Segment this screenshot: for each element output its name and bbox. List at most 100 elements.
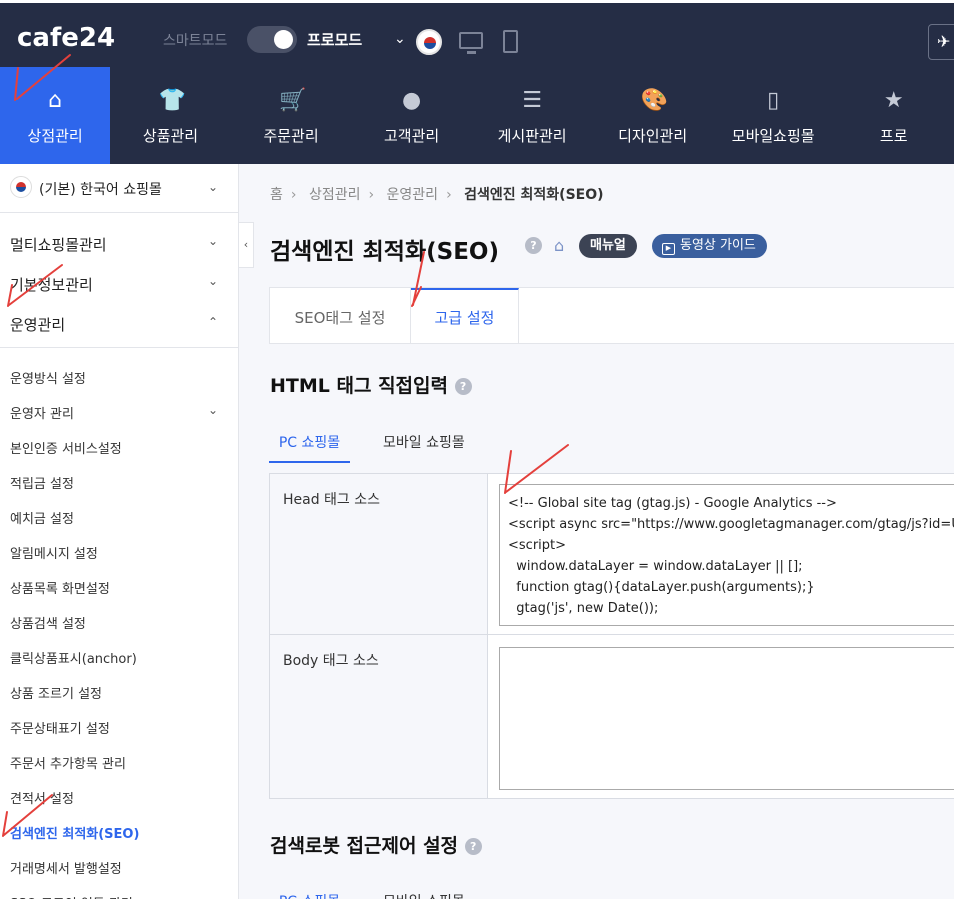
subtab-mobile-shop[interactable]: 모바일 쇼핑몰 bbox=[383, 423, 465, 463]
chevron-down-icon[interactable]: ⌄ bbox=[208, 274, 218, 288]
help-icon[interactable]: ? bbox=[464, 838, 482, 855]
nav-item-label: 상품관리 bbox=[142, 127, 199, 145]
chevron-down-icon[interactable]: ⌄ bbox=[208, 403, 218, 417]
sidebar-item-label: 알림메시지 설정 bbox=[10, 547, 98, 562]
sidebar-item-label: 검색엔진 최적화(SEO) bbox=[10, 827, 140, 842]
settings-tabs: SEO태그 설정 고급 설정 bbox=[269, 287, 954, 344]
shop-selector[interactable]: (기본) 한국어 쇼핑몰 ⌄ bbox=[0, 164, 238, 213]
breadcrumb-home[interactable]: 홈 bbox=[270, 187, 283, 203]
html-section-title: HTML 태그 직접입력 ? bbox=[270, 371, 472, 398]
sidebar-item-0[interactable]: 운영방식 설정 bbox=[0, 360, 238, 395]
chevron-up-icon[interactable]: ⌃ bbox=[208, 315, 218, 329]
sidebar-item-label: 상품목록 화면설정 bbox=[10, 582, 110, 597]
body-tag-label: Body 태그 소스 bbox=[270, 635, 488, 798]
sidebar-item-12[interactable]: 견적서 설정 bbox=[0, 780, 238, 815]
nav-item-1[interactable]: 👕 상품관리 bbox=[110, 67, 231, 164]
sidebar-collapse-button[interactable]: ‹ bbox=[239, 222, 254, 268]
nav-item-3[interactable]: ● 고객관리 bbox=[351, 67, 472, 164]
sidebar-item-14[interactable]: 거래명세서 발행설정 bbox=[0, 850, 238, 885]
nav-item-label: 게시판관리 bbox=[497, 127, 567, 145]
tab-seo-tag[interactable]: SEO태그 설정 bbox=[270, 288, 411, 343]
korea-flag-icon bbox=[10, 176, 32, 198]
user-icon: ● bbox=[401, 88, 422, 113]
nav-item-2[interactable]: 🛒 주문관리 bbox=[231, 67, 352, 164]
store-icon[interactable]: ⌂ bbox=[554, 236, 572, 255]
sidebar-item-label: 상품 조르기 설정 bbox=[10, 687, 102, 702]
sidebar-item-10[interactable]: 주문상태표기 설정 bbox=[0, 710, 238, 745]
pro-mode-label[interactable]: 프로모드 bbox=[307, 29, 362, 50]
sidebar-section-label: 운영관리 bbox=[10, 316, 66, 334]
html-tag-form: Head 태그 소스 <!-- Global site tag (gtag.js… bbox=[269, 473, 954, 799]
cafe24-logo[interactable]: cafe24 bbox=[17, 23, 115, 53]
sidebar-item-label: 견적서 설정 bbox=[10, 792, 74, 807]
body-tag-row: Body 태그 소스 bbox=[270, 635, 954, 798]
nav-item-4[interactable]: ☰ 게시판관리 bbox=[472, 67, 593, 164]
nav-item-label: 모바일쇼핑몰 bbox=[731, 127, 815, 145]
sidebar-section-operation[interactable]: 운영관리 ⌃ bbox=[0, 303, 238, 343]
manual-button[interactable]: 매뉴얼 bbox=[579, 234, 637, 258]
sidebar-item-9[interactable]: 상품 조르기 설정 bbox=[0, 675, 238, 710]
smart-mode-label[interactable]: 스마트모드 bbox=[163, 30, 227, 50]
sidebar-item-label: 예치금 설정 bbox=[10, 512, 74, 527]
sidebar-item-label: 본인인증 서비스설정 bbox=[10, 442, 122, 457]
subtab-mobile-shop[interactable]: 모바일 쇼핑몰 bbox=[383, 882, 465, 899]
page-title: 검색엔진 최적화(SEO) bbox=[270, 239, 499, 265]
sidebar-item-1[interactable]: 운영자 관리 ⌄ bbox=[0, 395, 238, 430]
chevron-down-icon[interactable]: ⌄ bbox=[394, 31, 406, 47]
nav-item-5[interactable]: 🎨 디자인관리 bbox=[592, 67, 713, 164]
nav-item-7[interactable]: ★ 프로 bbox=[833, 67, 954, 164]
sidebar-item-3[interactable]: 적립금 설정 bbox=[0, 465, 238, 500]
sidebar-item-11[interactable]: 주문서 추가항목 관리 bbox=[0, 745, 238, 780]
sidebar-item-4[interactable]: 예치금 설정 bbox=[0, 500, 238, 535]
nav-item-label: 디자인관리 bbox=[618, 127, 688, 145]
breadcrumb-current: 검색엔진 최적화(SEO) bbox=[464, 187, 604, 203]
breadcrumb-store[interactable]: 상점관리 bbox=[309, 187, 361, 203]
subtab-pc-shop[interactable]: PC 쇼핑몰 bbox=[269, 423, 350, 463]
sidebar-section-basic-info[interactable]: 기본정보관리 ⌄ bbox=[0, 263, 238, 303]
mobile-device-icon[interactable] bbox=[503, 30, 518, 53]
video-guide-button[interactable]: ▶ 동영상 가이드 bbox=[652, 234, 767, 258]
sidebar-item-2[interactable]: 본인인증 서비스설정 bbox=[0, 430, 238, 465]
tshirt-icon: 👕 bbox=[158, 88, 186, 113]
subtab-pc-shop[interactable]: PC 쇼핑몰 bbox=[269, 882, 350, 899]
body-tag-textarea[interactable] bbox=[499, 647, 954, 790]
board-icon: ☰ bbox=[522, 88, 542, 113]
plane-button[interactable]: ✈ bbox=[928, 24, 954, 60]
sidebar-item-label: 상품검색 설정 bbox=[10, 617, 86, 632]
head-tag-label: Head 태그 소스 bbox=[270, 474, 488, 634]
head-tag-textarea[interactable]: <!-- Global site tag (gtag.js) - Google … bbox=[499, 484, 954, 626]
tab-advanced[interactable]: 고급 설정 bbox=[411, 288, 519, 343]
sidebar-item-label: 주문상태표기 설정 bbox=[10, 722, 110, 737]
play-icon: ▶ bbox=[662, 243, 675, 255]
sidebar-item-6[interactable]: 상품목록 화면설정 bbox=[0, 570, 238, 605]
html-subtabs: PC 쇼핑몰 모바일 쇼핑몰 bbox=[269, 423, 954, 463]
sidebar-item-5[interactable]: 알림메시지 설정 bbox=[0, 535, 238, 570]
chevron-down-icon[interactable]: ⌄ bbox=[208, 234, 218, 248]
main-nav: ⌂ 상점관리 👕 상품관리 🛒 주문관리 ● 고객관리 ☰ 게시판관리 🎨 디자인관리 ▯ 모바일쇼핑몰 ★… bbox=[0, 67, 954, 164]
sidebar-item-15[interactable]: SSO 로그인 연동 관리 bbox=[0, 885, 238, 899]
sidebar-item-label: 클릭상품표시(anchor) bbox=[10, 652, 137, 667]
desktop-icon[interactable] bbox=[459, 32, 483, 54]
cart-icon: 🛒 bbox=[279, 88, 307, 113]
nav-item-6[interactable]: ▯ 모바일쇼핑몰 bbox=[713, 67, 834, 164]
nav-item-0[interactable]: ⌂ 상점관리 bbox=[0, 67, 111, 164]
chevron-down-icon[interactable]: ⌄ bbox=[208, 180, 218, 194]
korea-flag-icon[interactable] bbox=[416, 29, 442, 55]
mode-toggle[interactable] bbox=[247, 26, 297, 53]
sidebar-section-label: 기본정보관리 bbox=[10, 276, 93, 294]
sidebar-item-13[interactable]: 검색엔진 최적화(SEO) bbox=[0, 815, 238, 850]
breadcrumb-operation[interactable]: 운영관리 bbox=[387, 187, 439, 203]
star-icon: ★ bbox=[883, 88, 904, 113]
sidebar-item-label: 거래명세서 발행설정 bbox=[10, 862, 122, 877]
sidebar-item-label: SSO 로그인 연동 관리 bbox=[10, 893, 133, 899]
help-icon[interactable]: ? bbox=[454, 378, 472, 395]
sidebar-section-multishop[interactable]: 멀티쇼핑몰관리 ⌄ bbox=[0, 223, 238, 263]
mobile-icon: ▯ bbox=[767, 88, 780, 113]
sidebar-item-label: 운영자 관리 bbox=[10, 407, 74, 422]
help-icon[interactable]: ? bbox=[525, 237, 542, 254]
sidebar-subitems: 운영방식 설정운영자 관리 ⌄ 본인인증 서비스설정적립금 설정예치금 설정알림메시… bbox=[0, 347, 238, 899]
sidebar-item-label: 적립금 설정 bbox=[10, 477, 74, 492]
sidebar-item-8[interactable]: 클릭상품표시(anchor) bbox=[0, 640, 238, 675]
shop-selector-label: (기본) 한국어 쇼핑몰 bbox=[39, 182, 162, 198]
sidebar-item-7[interactable]: 상품검색 설정 bbox=[0, 605, 238, 640]
